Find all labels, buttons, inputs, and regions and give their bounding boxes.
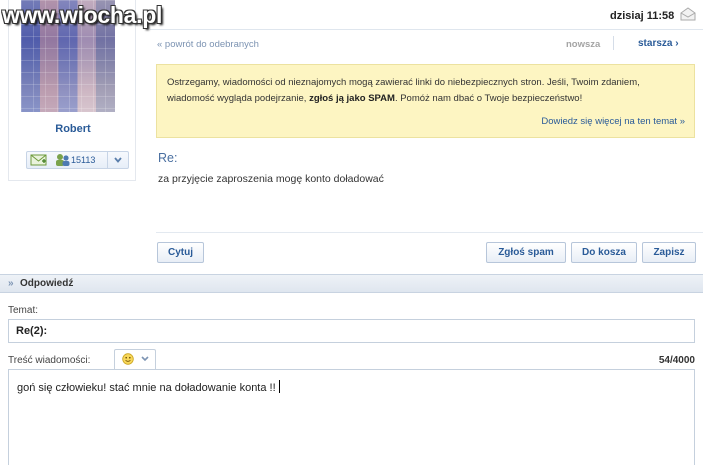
security-warning-box: Ostrzegamy, wiadomości od nieznajomych m… xyxy=(156,64,695,138)
character-counter: 54/4000 xyxy=(658,355,695,366)
reply-arrow-icon: » xyxy=(8,278,14,289)
friends-icon[interactable] xyxy=(54,153,72,167)
message-view-page: www.wiocha.pl Robert 15113 dzisiaj 11:58… xyxy=(0,0,703,465)
chevron-down-icon xyxy=(141,356,149,362)
reply-section-header[interactable]: » Odpowiedź xyxy=(0,274,703,293)
older-message-link[interactable]: starsza › xyxy=(638,38,679,49)
chevron-down-icon[interactable] xyxy=(113,155,123,165)
report-spam-button[interactable]: Zgłoś spam xyxy=(486,242,566,263)
sender-toolbar: 15113 xyxy=(26,151,129,169)
smiley-icon xyxy=(122,353,134,365)
date-time: 11:58 xyxy=(646,10,675,22)
move-to-trash-button[interactable]: Do kosza xyxy=(571,242,637,263)
warning-text-end: . Pomóż nam dbać o Twoje bezpieczeństwo! xyxy=(394,93,583,104)
envelope-open-icon xyxy=(680,7,696,21)
content-text: goń się człowieku! stać mnie na doładowa… xyxy=(17,382,276,394)
text-caret xyxy=(278,380,280,393)
message-date: dzisiaj 11:58 xyxy=(610,10,674,22)
message-divider xyxy=(156,232,703,233)
warning-text: Ostrzegamy, wiadomości od nieznajomych m… xyxy=(167,75,689,107)
back-to-inbox-link[interactable]: « powrót do odebranych xyxy=(157,39,259,50)
learn-more-link[interactable]: Dowiedz się więcej na ten temat » xyxy=(541,116,685,127)
quote-button[interactable]: Cytuj xyxy=(157,242,204,263)
message-body: za przyjęcie zaproszenia mogę konto doła… xyxy=(158,173,384,185)
friends-count: 15113 xyxy=(71,155,96,165)
mail-icon[interactable] xyxy=(30,154,48,166)
reply-section-title: Odpowiedź xyxy=(20,278,74,289)
emoji-picker-button[interactable] xyxy=(114,349,156,369)
header-divider xyxy=(150,29,703,30)
watermark-logo: www.wiocha.pl xyxy=(2,2,163,28)
save-button[interactable]: Zapisz xyxy=(642,242,696,263)
date-prefix: dzisiaj xyxy=(610,10,644,22)
content-label: Treść wiadomości: xyxy=(8,355,91,366)
newer-message-link[interactable]: nowsza xyxy=(566,39,600,50)
sender-name[interactable]: Robert xyxy=(9,123,137,135)
subject-input[interactable] xyxy=(8,319,695,343)
toolbar-divider xyxy=(107,152,108,168)
report-spam-inline-link[interactable]: zgłoś ją jako SPAM xyxy=(309,93,395,104)
subject-label: Temat: xyxy=(8,305,39,316)
nav-divider xyxy=(613,36,614,50)
message-subject: Re: xyxy=(158,151,178,165)
message-content-textarea[interactable]: goń się człowieku! stać mnie na doładowa… xyxy=(8,369,695,465)
